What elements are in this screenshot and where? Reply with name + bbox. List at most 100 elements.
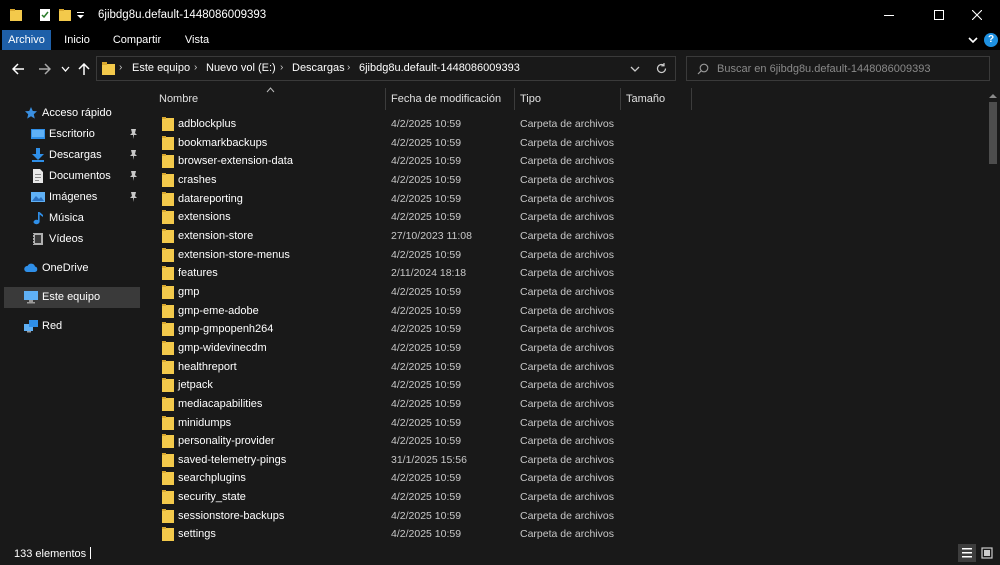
table-row[interactable]: personality-provider 4/2/2025 10:59 Carpet… [148, 432, 986, 451]
large-icons-view-icon[interactable] [978, 544, 996, 562]
desktop-icon [31, 129, 45, 139]
folder-icon [162, 359, 174, 374]
table-row[interactable]: gmp-widevinecdm 4/2/2025 10:59 Carpeta de … [148, 339, 986, 358]
table-row[interactable]: jetpack 4/2/2025 10:59 Carpeta de archivos [148, 376, 986, 395]
sidebar-item-documentos[interactable]: Documentos [4, 166, 140, 187]
table-row[interactable]: searchplugins 4/2/2025 10:59 Carpeta de ar… [148, 469, 986, 488]
table-row[interactable]: gmp-eme-adobe 4/2/2025 10:59 Carpeta de ar… [148, 302, 986, 321]
folder-icon [162, 247, 174, 262]
sidebar-item-imagenes[interactable]: Imágenes [4, 187, 140, 208]
breadcrumb-current-folder[interactable]: 6jibdg8u.default-1448086009393 [359, 62, 520, 74]
column-resize-handle[interactable] [691, 88, 692, 110]
file-date: 31/1/2025 15:56 [391, 453, 467, 466]
table-row[interactable]: features 2/11/2024 18:18 Carpeta de archiv… [148, 264, 986, 283]
breadcrumb-separator-icon[interactable]: › [280, 62, 283, 73]
close-button[interactable] [954, 0, 1000, 30]
pin-icon[interactable] [128, 128, 139, 140]
table-row[interactable]: datareporting 4/2/2025 10:59 Carpeta de ar… [148, 190, 986, 209]
column-headers: Nombre Fecha de modificación Tipo Tamaño [148, 87, 986, 110]
sidebar-item-este-equipo[interactable]: Este equipo [4, 287, 140, 308]
sidebar-item-musica[interactable]: Música [4, 208, 140, 229]
sidebar-item-label: Vídeos [49, 233, 84, 245]
table-row[interactable]: mediacapabilities 4/2/2025 10:59 Carpeta d… [148, 395, 986, 414]
file-date: 4/2/2025 10:59 [391, 248, 462, 261]
table-row[interactable]: browser-extension-data 4/2/2025 10:59 Carp… [148, 152, 986, 171]
folder-icon [162, 322, 174, 337]
column-resize-handle[interactable] [620, 88, 621, 110]
breadcrumb-separator-icon[interactable]: › [347, 62, 350, 73]
customize-toolbar-icon[interactable] [76, 11, 85, 20]
table-row[interactable]: extension-store-menus 4/2/2025 10:59 Carpe… [148, 246, 986, 265]
breadcrumb-descargas[interactable]: Descargas [292, 62, 345, 74]
tab-archivo[interactable]: Archivo [2, 30, 51, 50]
file-name: gmp [178, 285, 200, 298]
address-history-icon[interactable] [630, 66, 640, 73]
search-box[interactable] [686, 56, 990, 81]
new-folder-icon[interactable] [58, 8, 72, 22]
sidebar-item-red[interactable]: Red [4, 316, 140, 337]
column-header-name[interactable]: Nombre [159, 93, 198, 105]
column-resize-handle[interactable] [385, 88, 386, 110]
file-type: Carpeta de archivos [520, 379, 614, 392]
table-row[interactable]: extension-store 27/10/2023 11:08 Carpeta d… [148, 227, 986, 246]
file-date: 4/2/2025 10:59 [391, 435, 462, 448]
pin-icon[interactable] [128, 149, 139, 161]
sidebar-item-escritorio[interactable]: Escritorio [4, 124, 140, 145]
minimize-button[interactable] [866, 0, 912, 30]
details-view-icon[interactable] [958, 544, 976, 562]
table-row[interactable]: healthreport 4/2/2025 10:59 Carpeta de arc… [148, 358, 986, 377]
file-name: healthreport [178, 360, 237, 373]
search-input[interactable] [717, 60, 982, 77]
column-header-type[interactable]: Tipo [520, 93, 541, 105]
pin-icon[interactable] [128, 191, 139, 203]
up-button[interactable] [76, 60, 92, 78]
chevron-down-icon[interactable] [966, 33, 980, 47]
vertical-scrollbar[interactable] [986, 88, 1000, 542]
sidebar-item-acceso-rapido[interactable]: Acceso rápido [4, 103, 140, 124]
table-row[interactable]: extensions 4/2/2025 10:59 Carpeta de archi… [148, 208, 986, 227]
scroll-up-icon[interactable] [989, 93, 997, 99]
tab-inicio[interactable]: Inicio [56, 30, 98, 50]
table-row[interactable]: security_state 4/2/2025 10:59 Carpeta de a… [148, 488, 986, 507]
scrollbar-thumb[interactable] [989, 102, 997, 164]
properties-icon[interactable] [38, 8, 52, 22]
table-row[interactable]: adblockplus 4/2/2025 10:59 Carpeta de arch… [148, 115, 986, 134]
download-icon [32, 148, 44, 162]
refresh-icon[interactable] [655, 62, 668, 75]
back-button[interactable] [10, 60, 26, 78]
recent-locations-button[interactable] [59, 60, 71, 78]
column-header-size[interactable]: Tamaño [626, 93, 665, 105]
file-date: 4/2/2025 10:59 [391, 192, 462, 205]
breadcrumb-separator-icon[interactable]: › [119, 62, 122, 73]
breadcrumb-nuevo-vol[interactable]: Nuevo vol (E:) [206, 62, 276, 74]
document-icon [33, 169, 43, 183]
tab-compartir[interactable]: Compartir [106, 30, 168, 50]
maximize-icon [934, 10, 944, 20]
breadcrumb-separator-icon[interactable]: › [194, 62, 197, 73]
arrow-left-icon [11, 63, 24, 75]
help-icon[interactable]: ? [984, 33, 998, 47]
table-row[interactable]: crashes 4/2/2025 10:59 Carpeta de archivos [148, 171, 986, 190]
table-row[interactable]: sessionstore-backups 4/2/2025 10:59 Carpet… [148, 507, 986, 526]
table-row[interactable]: bookmarkbackups 4/2/2025 10:59 Carpeta de … [148, 134, 986, 153]
forward-button[interactable] [36, 60, 52, 78]
table-row[interactable]: minidumps 4/2/2025 10:59 Carpeta de archiv… [148, 414, 986, 433]
tab-vista[interactable]: Vista [178, 30, 216, 50]
column-header-date[interactable]: Fecha de modificación [391, 93, 501, 105]
column-resize-handle[interactable] [514, 88, 515, 110]
file-name: extension-store [178, 229, 254, 242]
table-row[interactable]: saved-telemetry-pings 31/1/2025 15:56 Carp… [148, 451, 986, 470]
pin-icon[interactable] [128, 170, 139, 182]
table-row[interactable]: gmp-gmpopenh264 4/2/2025 10:59 Carpeta de … [148, 320, 986, 339]
sidebar-item-descargas[interactable]: Descargas [4, 145, 140, 166]
address-bar[interactable]: › Este equipo › Nuevo vol (E:) › Descarg… [96, 56, 676, 81]
file-name: searchplugins [178, 472, 246, 485]
sidebar-item-onedrive[interactable]: OneDrive [4, 258, 140, 279]
breadcrumb-este-equipo[interactable]: Este equipo [132, 62, 190, 74]
file-type: Carpeta de archivos [520, 304, 614, 317]
file-name: minidumps [178, 416, 232, 429]
file-name: extensions [178, 211, 231, 224]
star-icon [25, 107, 37, 119]
sidebar-item-videos[interactable]: Vídeos [4, 229, 140, 250]
table-row[interactable]: gmp 4/2/2025 10:59 Carpeta de archivos [148, 283, 986, 302]
